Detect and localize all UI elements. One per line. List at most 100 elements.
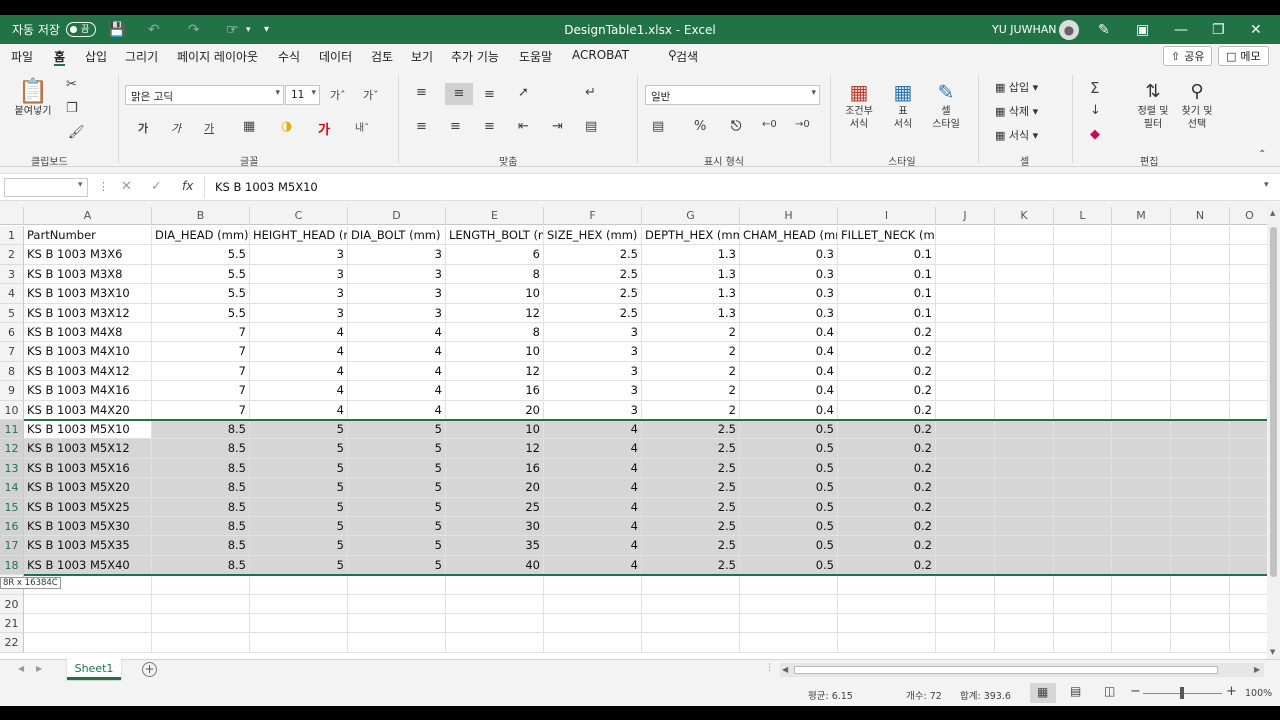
cell[interactable]: 3 [544, 381, 642, 401]
tab-home[interactable]: 홈 [54, 48, 66, 66]
cell[interactable]: 0.3 [740, 303, 838, 323]
row-header[interactable]: 16 [0, 517, 24, 537]
cell[interactable]: 0.2 [838, 342, 936, 362]
cell[interactable]: 2.5 [544, 284, 642, 304]
cell[interactable]: 2.5 [642, 497, 740, 517]
cell[interactable]: LENGTH_BOLT (mm) [446, 226, 544, 246]
pen-icon[interactable]: ✎ [1098, 15, 1120, 44]
conditional-format-button[interactable]: ▦ 조건부 서식 [840, 79, 878, 131]
tab-review[interactable]: 검토 [371, 48, 393, 66]
cell[interactable]: 10 [446, 284, 544, 304]
cell[interactable] [1230, 517, 1267, 537]
cell[interactable] [1230, 439, 1267, 459]
cell[interactable]: 8.5 [152, 497, 250, 517]
cell[interactable] [936, 361, 995, 382]
cell[interactable] [1054, 342, 1112, 362]
tab-page-layout[interactable]: 페이지 레이아웃 [177, 48, 258, 66]
cell[interactable]: DIA_HEAD (mm) [152, 226, 250, 246]
cell-styles-button[interactable]: ✎ 셀 스타일 [924, 79, 968, 131]
cell[interactable] [1054, 439, 1112, 459]
tab-draw[interactable]: 그리기 [125, 48, 158, 66]
cell[interactable] [1054, 478, 1112, 498]
cell[interactable] [1054, 458, 1112, 479]
cell[interactable] [1112, 361, 1171, 382]
cell[interactable]: 5 [250, 497, 348, 517]
cell[interactable]: 4 [544, 517, 642, 537]
cell[interactable] [1171, 264, 1230, 285]
cell[interactable] [995, 497, 1054, 517]
cell[interactable]: 16 [446, 381, 544, 401]
cell[interactable]: 3 [250, 264, 348, 285]
cell[interactable] [1171, 245, 1230, 265]
cell[interactable] [838, 633, 936, 653]
cell[interactable]: KS B 1003 M5X16 [24, 458, 152, 479]
name-box[interactable] [4, 178, 88, 197]
cell[interactable] [936, 400, 995, 420]
align-left-icon[interactable]: ≡ [416, 119, 427, 134]
customize-qat-icon[interactable]: ▾ [264, 15, 286, 44]
cell[interactable]: 8 [446, 264, 544, 285]
orientation-icon[interactable]: ➚ [518, 85, 529, 100]
cell[interactable] [1171, 555, 1230, 576]
cell[interactable]: 2 [642, 361, 740, 382]
cell[interactable] [1230, 575, 1267, 595]
comma-icon[interactable]: ⎋ [731, 119, 741, 134]
cell[interactable] [936, 633, 995, 653]
cell[interactable]: 5 [348, 439, 446, 459]
undo-icon[interactable]: ↶ [148, 15, 170, 44]
number-format-select[interactable]: 일반 [645, 85, 820, 105]
page-layout-view-icon[interactable]: ▤ [1070, 684, 1081, 698]
font-name-select[interactable]: 맑은 고딕 [125, 85, 284, 105]
expand-formula-icon[interactable]: ▾ [1264, 180, 1269, 190]
worksheet-grid[interactable]: ABCDEFGHIJKLMNO 1 PartNumber DIA_HEAD (mm)… [0, 207, 1267, 659]
row-header[interactable]: 12 [0, 439, 24, 459]
cell[interactable]: 2.5 [642, 555, 740, 576]
cell[interactable] [1230, 420, 1267, 440]
cell[interactable]: 3 [544, 361, 642, 382]
fill-color-icon[interactable]: ◑ [281, 119, 292, 134]
column-header[interactable]: B [152, 207, 250, 225]
cell[interactable] [1230, 381, 1267, 401]
cell[interactable] [740, 575, 838, 595]
cell[interactable] [1171, 536, 1230, 556]
cell[interactable]: 8.5 [152, 458, 250, 479]
cell[interactable] [250, 594, 348, 614]
scroll-left-icon[interactable]: ◀ [782, 665, 788, 674]
tab-acrobat[interactable]: ACROBAT [572, 48, 629, 66]
cell[interactable]: 30 [446, 517, 544, 537]
cell[interactable]: DEPTH_HEX (mm) [642, 226, 740, 246]
close-icon[interactable]: ✕ [1250, 15, 1272, 44]
cell[interactable] [24, 633, 152, 653]
cell[interactable] [544, 614, 642, 634]
cell[interactable]: 5 [348, 555, 446, 576]
ribbon-display-icon[interactable]: ▣ [1136, 15, 1158, 44]
cell[interactable] [1054, 420, 1112, 440]
column-header[interactable]: C [250, 207, 348, 225]
copy-icon[interactable]: ❐ [66, 101, 78, 116]
cell[interactable]: PartNumber [24, 226, 152, 246]
collapse-ribbon-icon[interactable]: ⌃ [1258, 149, 1266, 160]
cell[interactable] [740, 594, 838, 614]
cell[interactable] [1112, 226, 1171, 246]
cell[interactable]: 3 [544, 400, 642, 420]
cell[interactable]: 1.3 [642, 303, 740, 323]
cell[interactable] [1171, 478, 1230, 498]
row-header[interactable]: 6 [0, 323, 24, 343]
cell[interactable] [1112, 264, 1171, 285]
cell[interactable] [995, 400, 1054, 420]
cell[interactable] [1054, 633, 1112, 653]
redo-icon[interactable]: ↷ [188, 15, 210, 44]
cell[interactable] [1054, 575, 1112, 595]
formula-input[interactable]: KS B 1003 M5X10 [215, 180, 318, 194]
cell[interactable] [446, 633, 544, 653]
merge-center-icon[interactable]: ▤ [585, 119, 597, 134]
cell[interactable] [1112, 381, 1171, 401]
cell[interactable]: 3 [250, 284, 348, 304]
cell[interactable]: 1.3 [642, 264, 740, 285]
cell[interactable]: 0.2 [838, 400, 936, 420]
row-header[interactable]: 17 [0, 536, 24, 556]
cell[interactable]: KS B 1003 M4X10 [24, 342, 152, 362]
row-header[interactable]: 7 [0, 342, 24, 362]
cell[interactable] [1230, 536, 1267, 556]
prev-sheet-icon[interactable]: ◀ [18, 664, 24, 673]
